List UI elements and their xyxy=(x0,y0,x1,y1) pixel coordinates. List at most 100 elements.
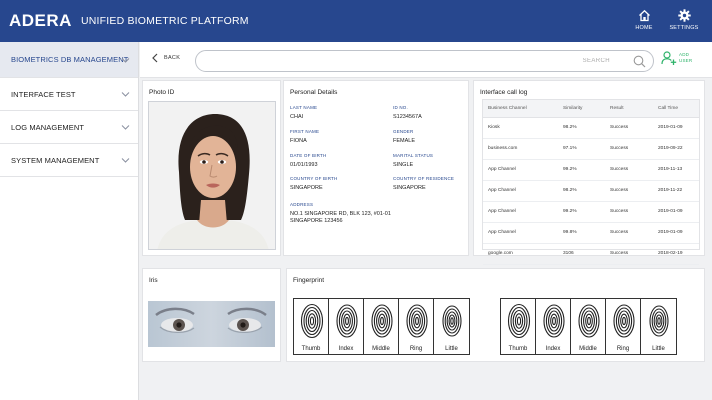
last-name-field: LAST NAME CHAI xyxy=(290,105,385,121)
interface-call-log-card: Interface call log Business Channel Simi… xyxy=(473,80,705,265)
chevron-down-icon xyxy=(121,125,130,130)
search-box xyxy=(195,50,654,72)
cell-result: Success xyxy=(605,201,653,223)
iris-card: Iris xyxy=(142,268,281,362)
table-row[interactable]: google.com 3106 Success 2018-02-19 xyxy=(483,243,699,265)
fingerprint-icon xyxy=(649,305,669,337)
interface-call-log-title: Interface call log xyxy=(480,89,528,96)
fingerprint-icon xyxy=(507,303,531,339)
fingerprint-right-little[interactable]: Little xyxy=(641,299,676,354)
cell-similarity: 99.2% xyxy=(553,159,605,181)
cell-result: Success xyxy=(605,117,653,139)
country-of-birth-value: SINGAPORE xyxy=(290,185,323,191)
toolbar: BACK ADD USER xyxy=(140,42,712,78)
fingerprint-icon xyxy=(442,305,462,337)
cell-business-channel: Kiosk xyxy=(483,117,553,139)
home-label: HOME xyxy=(635,25,653,31)
finger-label: Little xyxy=(652,346,665,352)
finger-label: Middle xyxy=(579,346,597,352)
fingerprint-title: Fingerprint xyxy=(293,277,325,284)
cell-result: Success xyxy=(605,222,653,244)
photo-id-image xyxy=(148,101,276,250)
fingerprint-icon xyxy=(578,304,600,338)
content-footer-space xyxy=(140,364,712,400)
table-row[interactable]: business.com 97.1% Success 2019-09-22 xyxy=(483,138,699,160)
cell-business-channel: App Channel xyxy=(483,159,553,181)
table-row[interactable]: App Channel 99.2% Success 2019-11-13 xyxy=(483,159,699,181)
search-icon[interactable] xyxy=(633,55,646,68)
fingerprint-right-ring[interactable]: Ring xyxy=(606,299,641,354)
last-name-label: LAST NAME xyxy=(290,105,318,110)
finger-label: Index xyxy=(545,346,561,352)
table-row[interactable]: App Channel 98.2% Success 2019-11-22 xyxy=(483,180,699,202)
cell-business-channel: business.com xyxy=(483,138,553,160)
cell-call-time: 2019-09-22 xyxy=(653,138,699,160)
address-value: NO.1 SINGAPORE RD, BLK 123, #01-01 SINGA… xyxy=(290,211,460,225)
log-table-header: Business Channel Similarity Result Call … xyxy=(483,100,699,118)
photo-id-card: Photo ID xyxy=(142,80,281,256)
photo-id-title: Photo ID xyxy=(149,89,175,96)
right-hand-fingerprints: Thumb Index Middle Ring Little xyxy=(500,298,677,355)
column-header-call-time[interactable]: Call Time xyxy=(653,100,699,118)
sidebar-item-label: SYSTEM MANAGEMENT xyxy=(11,155,100,165)
finger-label: Little xyxy=(445,346,458,352)
personal-details-title: Personal Details xyxy=(290,89,338,96)
table-row[interactable]: App Channel 99.2% Success 2019-01-09 xyxy=(483,201,699,223)
cell-call-time: 2018-02-19 xyxy=(653,243,699,265)
app-logo: ADERA xyxy=(9,11,72,30)
last-name-value: CHAI xyxy=(290,114,304,120)
settings-button[interactable]: SETTINGS xyxy=(664,9,704,31)
sidebar-item-interface-test[interactable]: INTERFACE TEST xyxy=(0,78,138,111)
add-user-label-line2: USER xyxy=(679,58,693,63)
fingerprint-icon xyxy=(371,304,393,338)
home-button[interactable]: HOME xyxy=(624,9,664,31)
sidebar-item-log-management[interactable]: LOG MANAGEMENT xyxy=(0,111,138,144)
fingerprint-left-thumb[interactable]: Thumb xyxy=(294,299,329,354)
iris-title: Iris xyxy=(149,277,158,284)
sidebar-item-label: BIOMETRICS DB MANAGEMENT xyxy=(11,55,129,64)
gear-icon xyxy=(677,9,691,22)
add-user-icon xyxy=(661,51,677,65)
iris-image xyxy=(148,301,275,347)
fingerprint-left-index[interactable]: Index xyxy=(329,299,364,354)
table-row[interactable]: Kiosk 98.2% Success 2019-01-09 xyxy=(483,117,699,139)
fingerprint-right-middle[interactable]: Middle xyxy=(571,299,606,354)
add-user-button[interactable]: ADD USER xyxy=(661,50,692,66)
sidebar-item-label: LOG MANAGEMENT xyxy=(11,122,85,132)
fingerprint-icon xyxy=(406,304,428,338)
date-of-birth-label: DATE OF BIRTH xyxy=(290,153,327,158)
cell-similarity: 99.2% xyxy=(553,201,605,223)
cell-call-time: 2019-01-09 xyxy=(653,222,699,244)
cell-similarity: 98.2% xyxy=(553,180,605,202)
sidebar-item-system-management[interactable]: SYSTEM MANAGEMENT xyxy=(0,144,138,177)
cell-similarity: 99.8% xyxy=(553,222,605,244)
cell-call-time: 2019-11-22 xyxy=(653,180,699,202)
fingerprint-right-thumb[interactable]: Thumb xyxy=(501,299,536,354)
cell-similarity: 98.2% xyxy=(553,117,605,139)
first-name-label: FIRST NAME xyxy=(290,129,320,134)
sidebar-item-biometrics-db-management[interactable]: BIOMETRICS DB MANAGEMENT xyxy=(0,42,138,78)
home-icon xyxy=(638,9,650,22)
log-table-wrapper: Business Channel Similarity Result Call … xyxy=(482,99,700,265)
sidebar-item-label: INTERFACE TEST xyxy=(11,89,76,99)
column-header-result[interactable]: Result xyxy=(605,100,653,118)
finger-label: Ring xyxy=(616,346,630,352)
fingerprint-right-index[interactable]: Index xyxy=(536,299,571,354)
add-user-label: ADD USER xyxy=(679,52,692,64)
table-row[interactable]: App Channel 99.8% Success 2019-01-09 xyxy=(483,222,699,244)
search-input[interactable] xyxy=(206,54,636,68)
cell-similarity: 97.1% xyxy=(553,138,605,160)
log-table: Business Channel Similarity Result Call … xyxy=(483,100,699,265)
app-header: ADERA UNIFIED BIOMETRIC PLATFORM HOME SE… xyxy=(0,0,712,42)
column-header-similarity[interactable]: Similarity xyxy=(553,100,605,118)
column-header-business-channel[interactable]: Business Channel xyxy=(483,100,553,118)
fingerprint-left-ring[interactable]: Ring xyxy=(399,299,434,354)
cell-call-time: 2019-01-09 xyxy=(653,201,699,223)
sidebar: BIOMETRICS DB MANAGEMENT INTERFACE TEST … xyxy=(0,42,139,400)
chevron-down-icon xyxy=(121,158,130,163)
cell-result: Success xyxy=(605,243,653,265)
back-button[interactable]: BACK xyxy=(152,53,180,63)
fingerprint-left-middle[interactable]: Middle xyxy=(364,299,399,354)
date-of-birth-value: 01/01/1993 xyxy=(290,162,318,168)
fingerprint-left-little[interactable]: Little xyxy=(434,299,469,354)
